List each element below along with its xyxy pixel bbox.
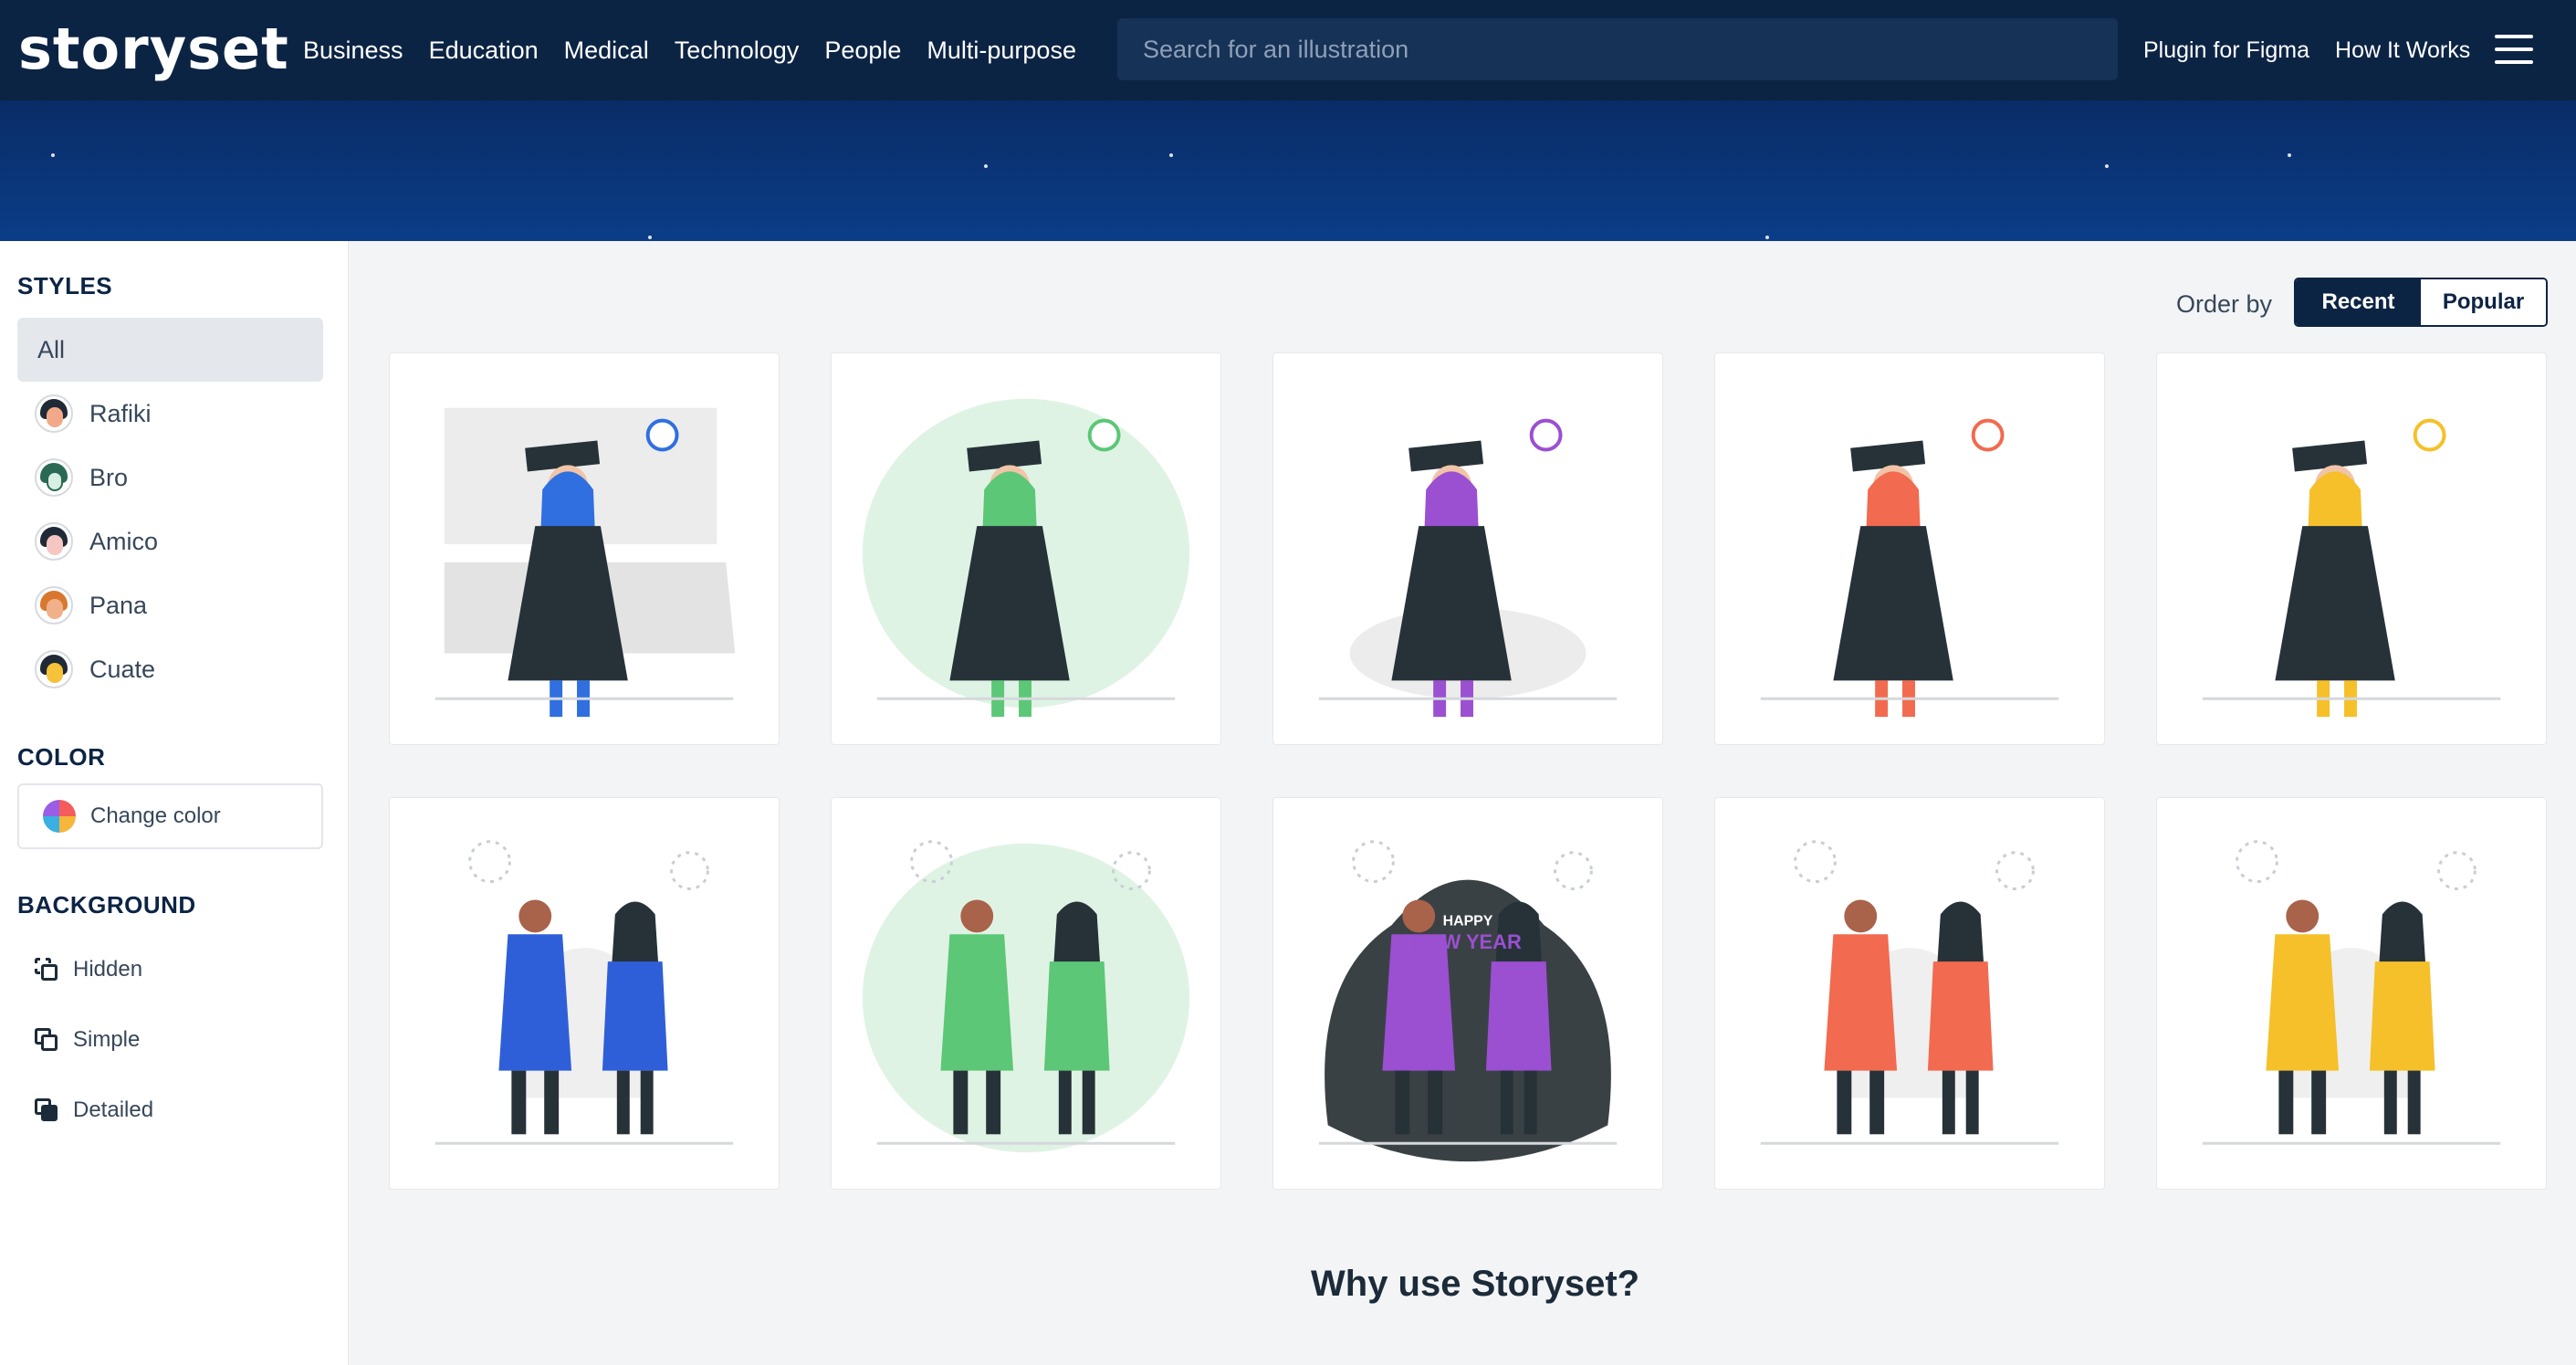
background-option-hidden[interactable]: Hidden — [35, 951, 142, 988]
banner-line-2: NEW YEAR — [1414, 930, 1522, 953]
logo-text: storyset — [18, 15, 289, 82]
illustration-image — [2202, 418, 2501, 718]
amico-avatar-icon — [35, 522, 73, 561]
illustration-card-ramadan-couple-red[interactable] — [1714, 797, 2105, 1190]
top-navbar: storyset Business Education Medical Tech… — [0, 0, 2576, 100]
styles-heading: STYLES — [17, 272, 113, 299]
pana-avatar-icon — [35, 586, 73, 625]
illustration-image — [1760, 418, 2059, 718]
category-nav: Business Education Medical Technology Pe… — [303, 0, 1076, 100]
change-color-button[interactable]: Change color — [17, 783, 323, 849]
background-option-simple[interactable]: Simple — [35, 1022, 140, 1058]
illustration-card-graduation-diploma[interactable] — [1714, 352, 2105, 745]
illustration-image — [862, 398, 1190, 718]
order-popular-button[interactable]: Popular — [2421, 279, 2546, 325]
style-filter-bro[interactable]: Bro — [35, 455, 128, 500]
style-filter-all[interactable]: All — [17, 318, 323, 382]
style-label: Rafiki — [89, 399, 152, 427]
nav-link-multi-purpose[interactable]: Multi-purpose — [927, 37, 1076, 65]
change-color-label: Change color — [90, 803, 221, 828]
storyset-logo[interactable]: storyset — [18, 15, 289, 82]
illustration-image — [1760, 840, 2059, 1145]
order-by-toggle: Recent Popular — [2294, 278, 2548, 327]
illustration-card-graduation-heart[interactable] — [2156, 352, 2547, 745]
search-input[interactable] — [1143, 35, 2118, 64]
style-label: Pana — [89, 591, 148, 619]
illustration-image — [862, 840, 1190, 1153]
style-label: Amico — [89, 527, 159, 555]
background-label: Simple — [73, 1027, 141, 1052]
color-wheel-icon — [43, 800, 76, 833]
bro-avatar-icon — [35, 458, 73, 497]
background-label: Hidden — [73, 957, 143, 982]
illustration-card-ramadan-night-green[interactable] — [831, 797, 1221, 1190]
hamburger-icon[interactable] — [2495, 35, 2533, 64]
nav-link-education[interactable]: Education — [429, 37, 539, 65]
illustration-image — [1318, 418, 1618, 718]
illustration-card-graduation-flowers[interactable] — [1272, 352, 1663, 745]
hero-banner — [0, 100, 2576, 241]
illustration-card-happy-new-year-family[interactable]: HAPPY NEW YEAR — [1272, 797, 1663, 1190]
background-label: Detailed — [73, 1097, 154, 1122]
background-simple-icon — [35, 1028, 58, 1052]
nav-link-business[interactable]: Business — [303, 37, 403, 65]
how-it-works-link[interactable]: How It Works — [2335, 37, 2470, 64]
search-bar — [1117, 18, 2118, 80]
plugin-for-figma-link[interactable]: Plugin for Figma — [2143, 37, 2309, 64]
nav-link-technology[interactable]: Technology — [675, 37, 800, 65]
illustration-image — [435, 407, 736, 718]
illustration-card-graduation-hijab-university[interactable] — [389, 352, 780, 745]
illustration-image — [435, 840, 734, 1145]
color-heading: COLOR — [17, 743, 106, 771]
illustration-image: HAPPYNEW YEAR — [1318, 840, 1618, 1162]
style-filter-rafiki[interactable]: Rafiki — [35, 391, 152, 436]
illustration-card-ramadan-couple-blue[interactable] — [389, 797, 780, 1190]
style-label: Bro — [89, 463, 129, 491]
nav-link-people[interactable]: People — [824, 37, 901, 65]
banner-line-1: HAPPY — [1443, 913, 1493, 929]
why-use-storyset-heading: Why use Storyset? — [1311, 1264, 1640, 1304]
nav-right-links: Plugin for Figma How It Works — [2143, 0, 2470, 100]
illustration-card-ramadan-couple-yellow[interactable] — [2156, 797, 2547, 1190]
illustration-card-graduation-jump-celebration[interactable] — [831, 352, 1221, 745]
background-detailed-icon — [35, 1098, 58, 1122]
background-option-detailed[interactable]: Detailed — [35, 1092, 153, 1129]
style-filter-cuate[interactable]: Cuate — [35, 646, 155, 692]
filters-sidebar: STYLES All Rafiki Bro Amico Pana Cuate C… — [0, 241, 349, 1365]
style-filter-pana[interactable]: Pana — [35, 583, 147, 628]
order-by-label: Order by — [2176, 290, 2273, 318]
order-recent-button[interactable]: Recent — [2296, 279, 2421, 325]
style-label: Cuate — [89, 655, 156, 683]
rafiki-avatar-icon — [35, 394, 73, 433]
style-filter-amico[interactable]: Amico — [35, 519, 158, 564]
illustration-image — [2202, 840, 2501, 1145]
nav-link-medical[interactable]: Medical — [564, 37, 649, 65]
background-heading: BACKGROUND — [17, 891, 196, 919]
background-hidden-icon — [35, 958, 58, 982]
cuate-avatar-icon — [35, 650, 73, 688]
